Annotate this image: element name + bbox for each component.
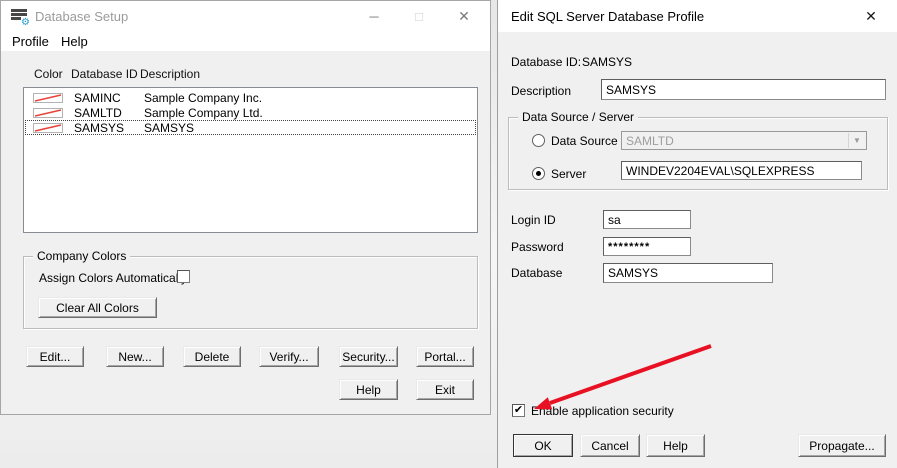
database-id-cell: SAMINC (74, 91, 121, 105)
help-button[interactable]: Help (646, 434, 705, 457)
new-button[interactable]: New... (106, 346, 164, 367)
color-swatch (33, 108, 63, 118)
enable-application-security-label: Enable application security (531, 404, 674, 418)
server-label: Server (551, 167, 586, 181)
menu-help[interactable]: Help (57, 33, 92, 50)
dialog-titlebar: Edit SQL Server Database Profile ✕ (498, 0, 897, 32)
company-colors-group: Company Colors Assign Colors Automatical… (23, 256, 478, 329)
description-cell: SAMSYS (144, 121, 194, 135)
server-radio[interactable] (532, 167, 545, 180)
color-swatch (33, 93, 63, 103)
database-id-cell: SAMSYS (74, 121, 124, 135)
description-input[interactable] (601, 79, 886, 100)
window-title: Database Setup (35, 9, 128, 24)
verify-button[interactable]: Verify... (259, 346, 319, 367)
assign-colors-checkbox[interactable] (177, 270, 190, 283)
minimize-icon[interactable]: ─ (354, 1, 394, 31)
description-label: Description (511, 84, 571, 98)
list-item-samltd[interactable]: SAMLTD Sample Company Ltd. (25, 105, 476, 120)
data-source-server-legend: Data Source / Server (518, 110, 638, 124)
column-header-color: Color (34, 67, 63, 81)
red-annotation-arrow (498, 0, 897, 468)
list-item-samsys-selected[interactable]: SAMSYS SAMSYS (25, 120, 476, 135)
database-list[interactable]: SAMINC Sample Company Inc. SAMLTD Sample… (23, 87, 478, 233)
data-source-server-group: Data Source / Server Data Source SAMLTD … (508, 117, 888, 190)
titlebar: ⚙ Database Setup ─ □ ✕ (1, 1, 490, 31)
database-id-value: SAMSYS (582, 55, 632, 69)
database-setup-app-icon: ⚙ (11, 8, 28, 24)
help-button[interactable]: Help (339, 379, 398, 400)
database-label: Database (511, 266, 562, 280)
data-source-combobox-disabled[interactable]: SAMLTD ▼ (621, 131, 867, 150)
column-header-description: Description (140, 67, 200, 81)
edit-button[interactable]: Edit... (26, 346, 84, 367)
exit-button[interactable]: Exit (416, 379, 474, 400)
company-colors-legend: Company Colors (33, 249, 130, 263)
maximize-icon[interactable]: □ (399, 1, 439, 31)
delete-button[interactable]: Delete (183, 346, 241, 367)
ok-button[interactable]: OK (513, 434, 573, 457)
column-header-database-id: Database ID (71, 67, 138, 81)
login-id-input[interactable] (603, 210, 691, 229)
chevron-down-icon: ▼ (848, 133, 865, 148)
data-source-value: SAMLTD (626, 134, 674, 148)
data-source-radio[interactable] (532, 134, 545, 147)
portal-button[interactable]: Portal... (416, 346, 474, 367)
color-swatch (33, 123, 63, 133)
database-id-label: Database ID: (511, 55, 581, 69)
edit-sql-server-database-profile-dialog: Edit SQL Server Database Profile ✕ Datab… (497, 0, 897, 468)
database-input[interactable] (603, 263, 773, 283)
password-input[interactable] (603, 237, 691, 256)
list-item-saminc[interactable]: SAMINC Sample Company Inc. (25, 90, 476, 105)
data-source-label: Data Source (551, 134, 618, 148)
description-cell: Sample Company Ltd. (144, 106, 263, 120)
close-icon[interactable]: ✕ (855, 0, 887, 32)
menubar: Profile Help (1, 31, 490, 51)
security-button[interactable]: Security... (339, 346, 398, 367)
enable-application-security-checkbox[interactable]: ✔ (512, 404, 525, 417)
cancel-button[interactable]: Cancel (580, 434, 640, 457)
password-label: Password (511, 240, 564, 254)
clear-all-colors-button[interactable]: Clear All Colors (38, 297, 157, 318)
menu-profile[interactable]: Profile (8, 33, 53, 50)
login-id-label: Login ID (511, 213, 556, 227)
propagate-button[interactable]: Propagate... (798, 434, 886, 457)
dialog-title: Edit SQL Server Database Profile (511, 9, 704, 24)
assign-colors-label: Assign Colors Automatically (39, 271, 187, 285)
database-id-cell: SAMLTD (74, 106, 122, 120)
server-input[interactable] (621, 161, 862, 180)
close-icon[interactable]: ✕ (444, 1, 484, 31)
database-setup-window: ⚙ Database Setup ─ □ ✕ Profile Help Colo… (0, 0, 491, 415)
gear-icon: ⚙ (21, 17, 30, 28)
description-cell: Sample Company Inc. (144, 91, 262, 105)
